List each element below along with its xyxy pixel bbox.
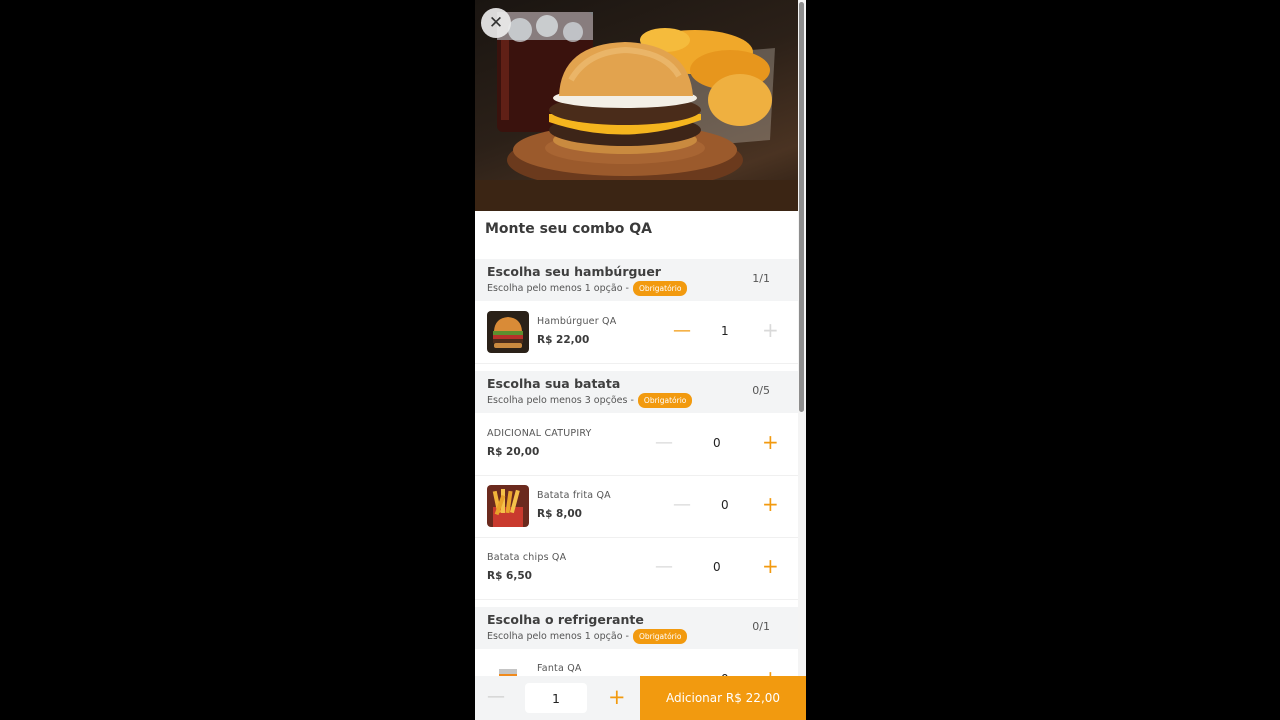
group-count: 0/1 bbox=[752, 620, 770, 633]
product-title: Monte seu combo QA bbox=[485, 221, 653, 237]
group-title: Escolha seu hambúrguer bbox=[487, 264, 661, 279]
list-item: Fanta QA — 0 + bbox=[475, 649, 798, 676]
item-name: Fanta QA bbox=[537, 663, 582, 674]
group-header-batata: Escolha sua batata Escolha pelo menos 3 … bbox=[475, 371, 798, 413]
item-price: R$ 6,50 bbox=[487, 570, 532, 582]
footer-bar: — 1 + Adicionar R$ 22,00 bbox=[475, 676, 806, 720]
increase-button[interactable]: + bbox=[762, 668, 779, 676]
item-thumbnail bbox=[487, 485, 529, 527]
group-subtitle: Escolha pelo menos 3 opções - Obrigatóri… bbox=[487, 393, 693, 408]
item-quantity: 0 bbox=[713, 560, 721, 574]
close-icon: ✕ bbox=[488, 13, 504, 33]
item-price: R$ 20,00 bbox=[487, 446, 540, 458]
burger-thumbnail bbox=[487, 311, 529, 353]
increase-button[interactable]: + bbox=[762, 556, 779, 576]
group-subtitle: Escolha pelo menos 1 opção - Obrigatório bbox=[487, 281, 688, 296]
required-badge: Obrigatório bbox=[632, 281, 688, 296]
group-count: 1/1 bbox=[752, 272, 770, 285]
item-price: R$ 22,00 bbox=[537, 334, 590, 346]
decrease-button[interactable]: — bbox=[673, 496, 691, 514]
add-to-cart-button[interactable]: Adicionar R$ 22,00 bbox=[640, 676, 806, 720]
list-item: Batata frita QA R$ 8,00 — 0 + bbox=[475, 475, 798, 538]
scrollbar-thumb[interactable] bbox=[799, 2, 804, 412]
scrollbar[interactable] bbox=[798, 0, 806, 676]
fries-thumbnail bbox=[487, 485, 529, 527]
item-name: ADICIONAL CATUPIRY bbox=[487, 428, 592, 439]
increase-button[interactable]: + bbox=[762, 320, 779, 340]
footer-quantity: 1 bbox=[525, 683, 587, 713]
increase-button[interactable]: + bbox=[762, 494, 779, 514]
item-quantity: 0 bbox=[713, 436, 721, 450]
item-name: Hambúrguer QA bbox=[537, 316, 617, 327]
required-badge: Obrigatório bbox=[632, 629, 688, 644]
required-badge: Obrigatório bbox=[637, 393, 693, 408]
modal-scroll-area[interactable]: ✕ Monte seu combo QA Escolha seu hambúrg… bbox=[475, 0, 798, 676]
burger-combo-illustration bbox=[475, 12, 798, 211]
item-thumbnail bbox=[487, 659, 529, 676]
group-header-hamburger: Escolha seu hambúrguer Escolha pelo meno… bbox=[475, 259, 798, 301]
item-quantity: 0 bbox=[721, 498, 729, 512]
footer-increase-button[interactable]: + bbox=[608, 685, 626, 709]
decrease-button[interactable]: — bbox=[655, 434, 673, 452]
group-title: Escolha sua batata bbox=[487, 376, 621, 391]
group-count: 0/5 bbox=[752, 384, 770, 397]
item-price: R$ 8,00 bbox=[537, 508, 582, 520]
list-item: Batata chips QA R$ 6,50 — 0 + bbox=[475, 537, 798, 600]
decrease-button[interactable]: — bbox=[655, 558, 673, 576]
group-header-refrigerante: Escolha o refrigerante Escolha pelo meno… bbox=[475, 607, 798, 649]
footer-decrease-button[interactable]: — bbox=[487, 686, 505, 707]
item-thumbnail bbox=[487, 311, 529, 353]
soda-can-thumbnail bbox=[487, 659, 529, 676]
item-quantity: 1 bbox=[721, 324, 729, 338]
decrease-button[interactable]: — bbox=[673, 322, 691, 340]
list-item: ADICIONAL CATUPIRY R$ 20,00 — 0 + bbox=[475, 413, 798, 476]
product-hero-image: ✕ bbox=[475, 0, 798, 211]
increase-button[interactable]: + bbox=[762, 432, 779, 452]
product-modal: ✕ Monte seu combo QA Escolha seu hambúrg… bbox=[475, 0, 806, 720]
group-subtitle: Escolha pelo menos 1 opção - Obrigatório bbox=[487, 629, 688, 644]
list-item: Hambúrguer QA R$ 22,00 — 1 + bbox=[475, 301, 798, 364]
close-button[interactable]: ✕ bbox=[481, 8, 511, 38]
item-name: Batata frita QA bbox=[537, 490, 611, 501]
item-name: Batata chips QA bbox=[487, 552, 567, 563]
group-title: Escolha o refrigerante bbox=[487, 612, 644, 627]
